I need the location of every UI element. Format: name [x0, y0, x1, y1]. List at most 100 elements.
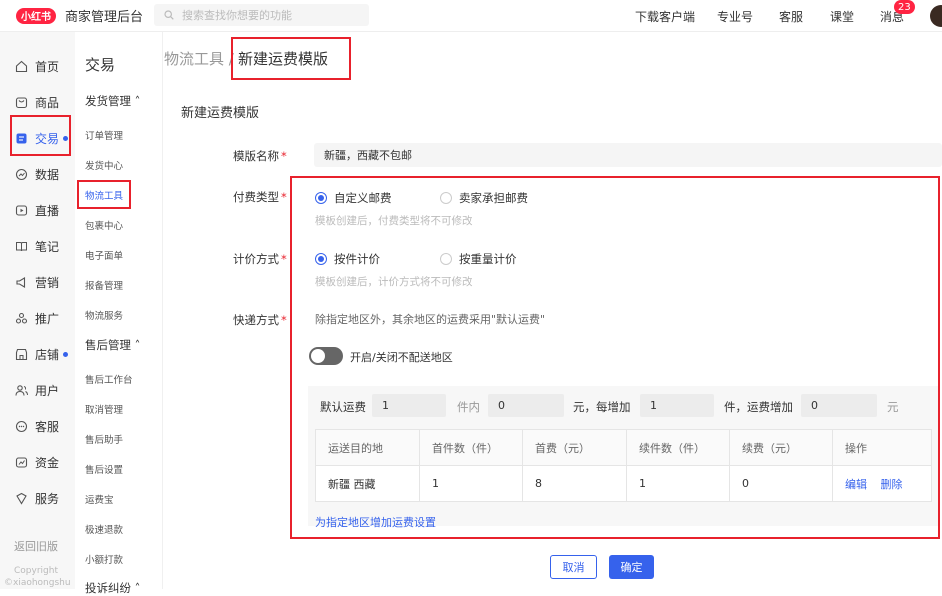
sidebar-item-services[interactable]: 服务	[14, 488, 59, 508]
edit-link[interactable]: 编辑	[845, 478, 867, 491]
col-first-qty: 首件数（件）	[419, 429, 523, 466]
subnav-group-shipping[interactable]: 发货管理 ˄	[85, 93, 140, 109]
col-destination: 运送目的地	[315, 429, 420, 466]
subnav-item-package-center[interactable]: 包裹中心	[85, 218, 123, 232]
subnav-item-small-payment[interactable]: 小额打款	[85, 552, 123, 566]
pay-type-seller-radio[interactable]: 卖家承担邮费	[440, 190, 528, 206]
search-input[interactable]: 搜索查找你想要的功能	[154, 4, 369, 26]
pay-type-hint: 模板创建后，付费类型将不可修改	[315, 215, 473, 227]
sidebar-item-products[interactable]: 商品	[14, 92, 59, 112]
book-icon	[14, 239, 28, 253]
sidebar-item-marketing[interactable]: 营销	[14, 272, 59, 292]
sidebar-item-users[interactable]: 用户	[14, 380, 59, 400]
radio-unchecked-icon	[440, 192, 452, 204]
copyright-text: Copyright	[14, 566, 58, 576]
col-add-fee: 续费（元）	[729, 429, 833, 466]
cell-add-fee: 0	[729, 465, 833, 502]
col-add-qty: 续件数（件）	[626, 429, 730, 466]
nav-download-client[interactable]: 下载客户端	[635, 0, 695, 32]
sidebar-item-notes[interactable]: 笔记	[14, 236, 59, 256]
nav-professional[interactable]: 专业号	[717, 0, 753, 32]
shield-icon	[14, 491, 28, 505]
unit-in-label: 件内	[457, 400, 480, 414]
brand-logo[interactable]: 小红书	[16, 7, 56, 24]
cancel-button[interactable]: 取消	[550, 555, 597, 579]
cell-first-fee: 8	[522, 465, 627, 502]
promote-icon	[14, 311, 28, 325]
add-quantity-input[interactable]: 1	[640, 394, 714, 417]
cell-destination: 新疆 西藏	[315, 465, 420, 502]
delete-link[interactable]: 删除	[881, 478, 903, 491]
first-quantity-input[interactable]: 1	[372, 394, 446, 417]
search-placeholder: 搜索查找你想要的功能	[182, 9, 292, 22]
pay-type-custom-radio[interactable]: 自定义邮费	[315, 190, 392, 206]
nav-classroom[interactable]: 课堂	[830, 0, 854, 32]
sidebar-item-data[interactable]: 数据	[14, 164, 59, 184]
cell-add-qty: 1	[626, 465, 730, 502]
unit-add-label: 件，运费增加	[724, 400, 793, 414]
express-description: 除指定地区外，其余地区的运费采用"默认运费"	[315, 313, 546, 326]
sidebar-item-funds[interactable]: 资金	[14, 452, 59, 472]
subnav-item-aftersale-desk[interactable]: 售后工作台	[85, 372, 133, 386]
col-actions: 操作	[832, 429, 932, 466]
wallet-icon	[14, 455, 28, 469]
first-fee-input[interactable]: 0	[488, 394, 564, 417]
subnav-item-aftersale-settings[interactable]: 售后设置	[85, 462, 123, 476]
chart-icon	[14, 167, 28, 181]
cell-first-qty: 1	[419, 465, 523, 502]
highlight-box-title	[231, 37, 351, 80]
shop-notice-dot	[63, 351, 69, 357]
home-icon	[14, 59, 28, 73]
breadcrumb-parent[interactable]: 物流工具 /	[164, 48, 234, 69]
radio-unchecked-icon	[440, 253, 452, 265]
sidebar-item-home[interactable]: 首页	[14, 56, 59, 76]
template-name-input[interactable]: 新疆，西藏不包邮	[314, 143, 942, 167]
calc-method-hint: 模板创建后，计价方式将不可修改	[315, 276, 473, 288]
add-fee-input[interactable]: 0	[801, 394, 877, 417]
sidebar-item-promote[interactable]: 推广	[14, 308, 59, 328]
subnav-item-e-waybill[interactable]: 电子面单	[85, 248, 123, 262]
subnav-title: 交易	[85, 56, 116, 74]
subnav-group-aftersale[interactable]: 售后管理 ˄	[85, 337, 140, 353]
confirm-button[interactable]: 确定	[609, 555, 654, 579]
nav-customer-service[interactable]: 客服	[779, 0, 803, 32]
subnav-item-cancel[interactable]: 取消管理	[85, 402, 123, 416]
pay-type-label: 付费类型 *	[233, 190, 287, 204]
col-first-fee: 首费（元）	[522, 429, 627, 466]
subnav-item-logistics-service[interactable]: 物流服务	[85, 308, 123, 322]
chat-icon	[14, 419, 28, 433]
highlight-box-logistics-tools	[77, 180, 131, 209]
sidebar-item-service[interactable]: 客服	[14, 416, 59, 436]
calc-by-piece-radio[interactable]: 按件计价	[315, 251, 380, 267]
search-icon	[164, 10, 174, 20]
calc-by-weight-radio[interactable]: 按重量计价	[440, 251, 517, 267]
back-to-old-version-link[interactable]: 返回旧版	[14, 538, 58, 554]
add-region-fee-link[interactable]: 为指定地区增加运费设置	[315, 514, 436, 530]
bag-icon	[14, 95, 28, 109]
default-fee-label: 默认运费	[320, 400, 366, 414]
live-icon	[14, 203, 28, 217]
sidebar-item-shop[interactable]: 店铺	[14, 344, 69, 364]
app-title: 商家管理后台	[65, 10, 144, 25]
yuan-per-label: 元，每增加	[573, 400, 631, 414]
megaphone-icon	[14, 275, 28, 289]
radio-checked-icon	[315, 192, 327, 204]
subnav-item-freight-insurance[interactable]: 运费宝	[85, 492, 114, 506]
yuan-label: 元	[887, 400, 899, 414]
subnav-item-orders[interactable]: 订单管理	[85, 128, 123, 142]
sidebar-item-live[interactable]: 直播	[14, 200, 59, 220]
section-title: 新建运费模版	[181, 106, 260, 121]
highlight-box-trade	[10, 115, 71, 156]
subnav-item-shipping-center[interactable]: 发货中心	[85, 158, 123, 172]
subnav-item-report[interactable]: 报备管理	[85, 278, 123, 292]
subnav-item-fast-refund[interactable]: 极速退款	[85, 522, 123, 536]
table-header-row: 运送目的地 首件数（件） 首费（元） 续件数（件） 续费（元） 操作	[315, 429, 932, 466]
shop-icon	[14, 347, 28, 361]
calc-method-label: 计价方式 *	[233, 252, 287, 266]
subnav-group-complaints[interactable]: 投诉纠纷 ˄	[85, 580, 140, 596]
region-fee-table: 运送目的地 首件数（件） 首费（元） 续件数（件） 续费（元） 操作 新疆 西藏…	[315, 429, 932, 502]
express-label: 快递方式 *	[233, 313, 287, 327]
table-row: 新疆 西藏 1 8 1 0 编辑 删除	[315, 465, 932, 502]
no-delivery-toggle[interactable]	[309, 347, 343, 365]
subnav-item-aftersale-helper[interactable]: 售后助手	[85, 432, 123, 446]
